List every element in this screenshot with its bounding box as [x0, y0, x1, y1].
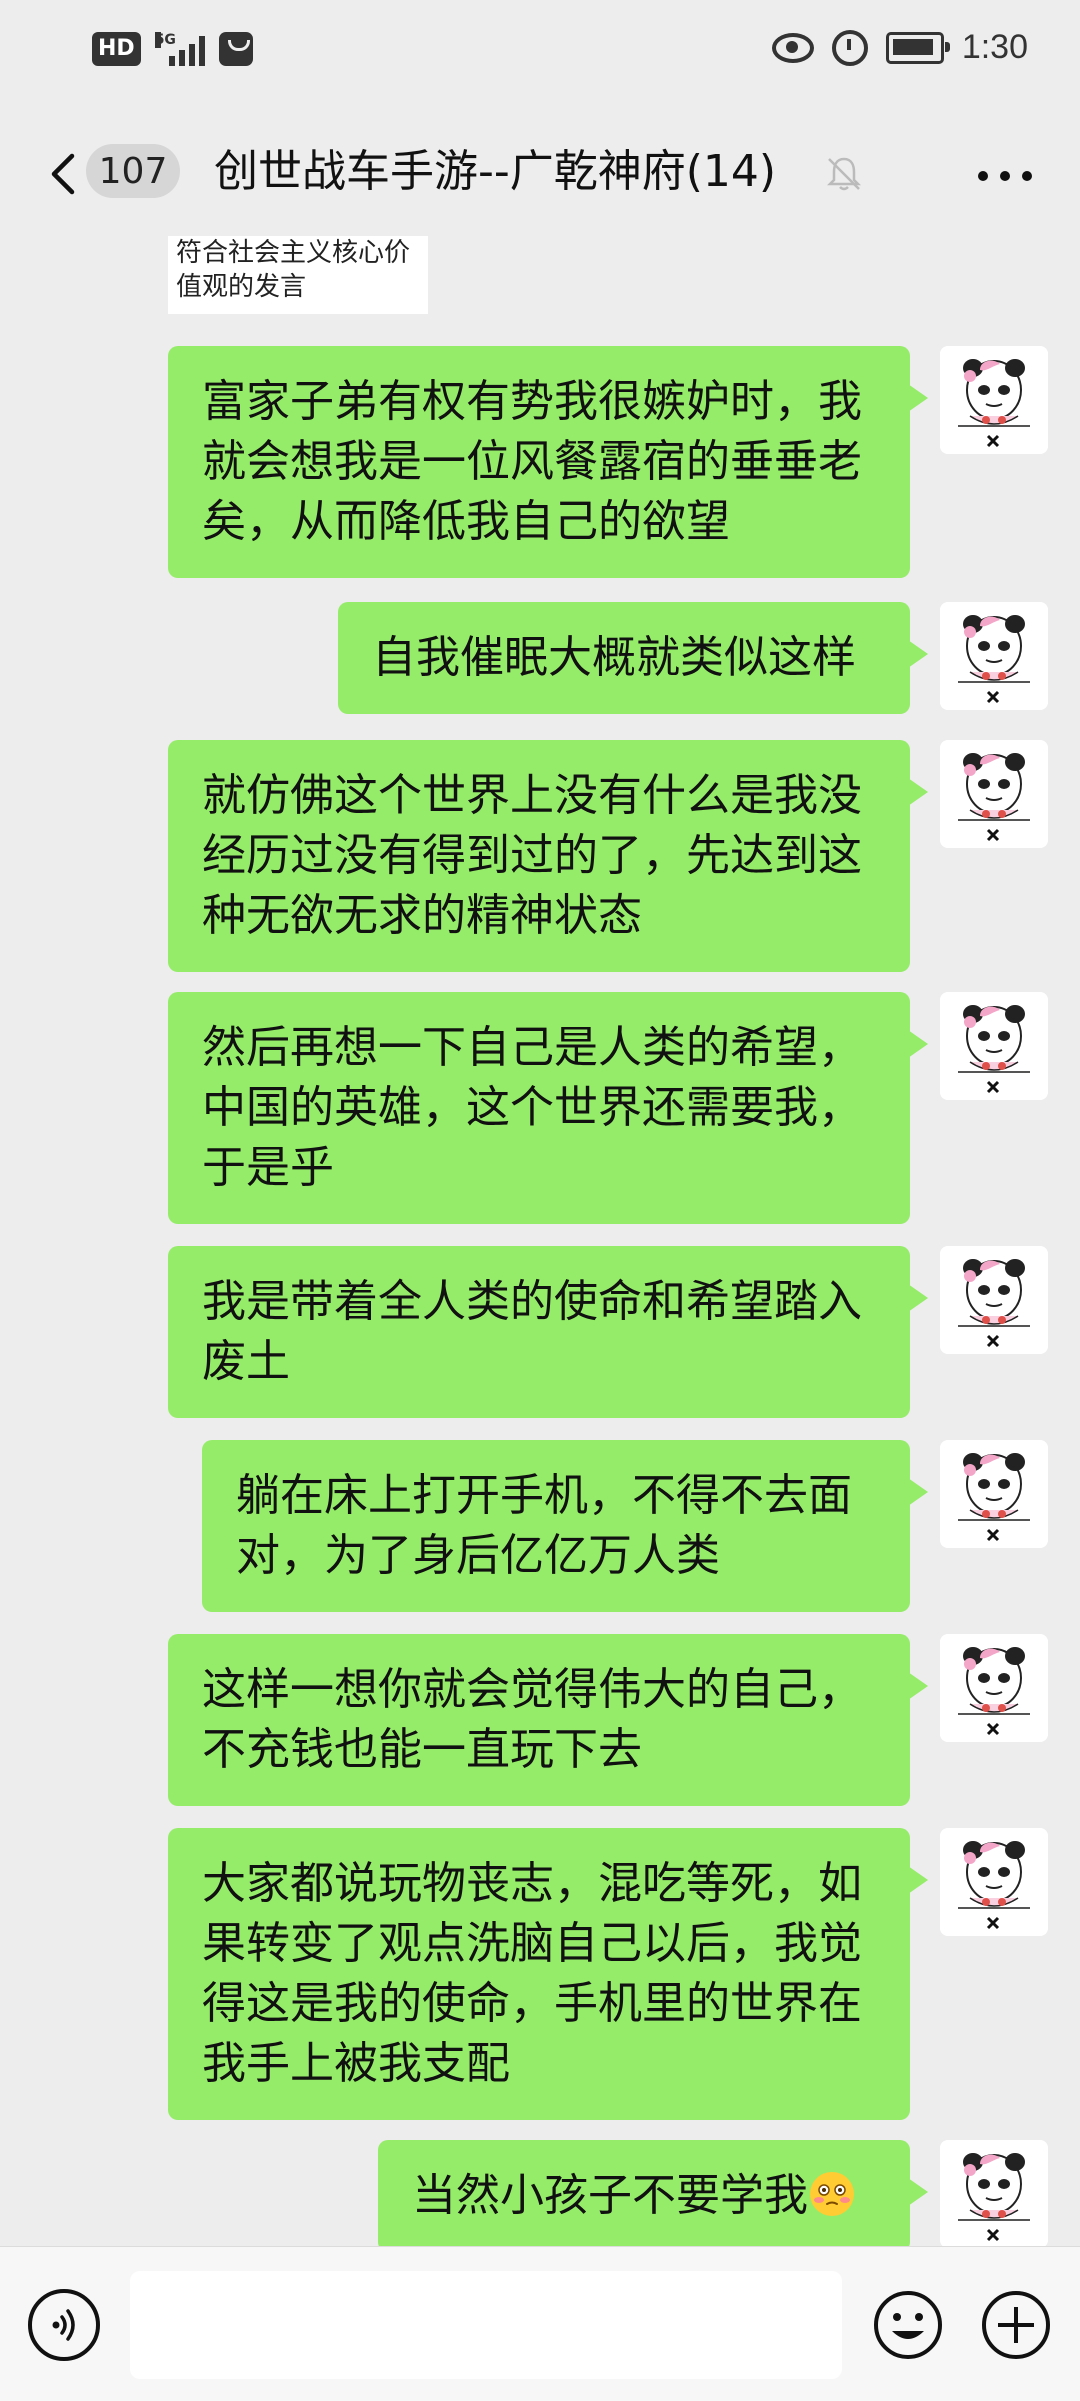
- message-bubble[interactable]: 当然小孩子不要学我: [378, 2140, 928, 2246]
- chevron-left-icon[interactable]: [44, 150, 88, 198]
- input-bar: [0, 2246, 1080, 2401]
- panda-meme-avatar-icon: [940, 602, 1048, 710]
- more-dots-icon[interactable]: [970, 156, 1040, 196]
- eye-icon: [771, 32, 814, 63]
- panda-meme-avatar-icon: [940, 1634, 1048, 1742]
- quoted-message: 符合社会主义核心价值观的发言: [168, 236, 428, 314]
- bell-muted-icon: [826, 157, 862, 191]
- avatar[interactable]: [940, 1634, 1048, 1742]
- avatar[interactable]: [940, 1440, 1048, 1548]
- chat-header: 107 创世战车手游--广乾神府(14): [0, 110, 1080, 236]
- panda-meme-avatar-icon: [940, 1246, 1048, 1354]
- status-right: 1:30: [771, 28, 1028, 67]
- network-type: 5G: [154, 32, 176, 48]
- avatar[interactable]: [940, 992, 1048, 1100]
- panda-meme-avatar-icon: [940, 1440, 1048, 1548]
- message-bubble[interactable]: 自我催眠大概就类似这样: [338, 602, 928, 714]
- avatar[interactable]: [940, 346, 1048, 454]
- battery-icon: [885, 31, 950, 64]
- chat-messages: 符合社会主义核心价值观的发言 富家子弟有权有势我很嫉妒时，我就会想我是一位风餐露…: [0, 236, 1080, 2246]
- hd-icon: HD: [92, 32, 141, 66]
- flushed-face-icon: [810, 2172, 854, 2216]
- message-bubble[interactable]: 躺在床上打开手机，不得不去面对，为了身后亿亿万人类: [202, 1440, 928, 1612]
- message-bubble[interactable]: 大家都说玩物丧志，混吃等死，如果转变了观点洗脑自己以后，我觉得这是我的使命，手机…: [168, 1828, 928, 2120]
- panda-meme-avatar-icon: [940, 992, 1048, 1100]
- avatar[interactable]: [940, 602, 1048, 710]
- message-text: 当然小孩子不要学我: [412, 2170, 808, 2221]
- message-bubble[interactable]: 我是带着全人类的使命和希望踏入废土: [168, 1246, 928, 1418]
- signal-icon: 5G: [154, 32, 205, 66]
- unread-count-badge[interactable]: 107: [86, 144, 180, 198]
- avatar[interactable]: [940, 2140, 1048, 2246]
- shopping-bag-icon: [218, 32, 253, 66]
- voice-icon[interactable]: [28, 2289, 100, 2361]
- avatar[interactable]: [940, 740, 1048, 848]
- plus-icon[interactable]: [980, 2289, 1052, 2361]
- panda-meme-avatar-icon: [940, 1828, 1048, 1936]
- panda-meme-avatar-icon: [940, 740, 1048, 848]
- status-time: 1:30: [961, 28, 1028, 66]
- smiley-icon[interactable]: [872, 2289, 944, 2361]
- message-bubble[interactable]: 这样一想你就会觉得伟大的自己，不充钱也能一直玩下去: [168, 1634, 928, 1806]
- chat-title: 创世战车手游--广乾神府(14): [214, 146, 777, 197]
- message-bubble[interactable]: 富家子弟有权有势我很嫉妒时，我就会想我是一位风餐露宿的垂垂老矣，从而降低我自己的…: [168, 346, 928, 578]
- message-input[interactable]: [130, 2271, 842, 2379]
- panda-meme-avatar-icon: [940, 346, 1048, 454]
- alarm-icon: [831, 29, 868, 66]
- panda-meme-avatar-icon: [940, 2140, 1048, 2246]
- status-left: HD 5G: [92, 32, 253, 66]
- avatar[interactable]: [940, 1828, 1048, 1936]
- avatar[interactable]: [940, 1246, 1048, 1354]
- status-bar: HD 5G 1:30: [0, 0, 1080, 110]
- message-bubble[interactable]: 然后再想一下自己是人类的希望，中国的英雄，这个世界还需要我，于是乎: [168, 992, 928, 1224]
- message-bubble[interactable]: 就仿佛这个世界上没有什么是我没经历过没有得到过的了，先达到这种无欲无求的精神状态: [168, 740, 928, 972]
